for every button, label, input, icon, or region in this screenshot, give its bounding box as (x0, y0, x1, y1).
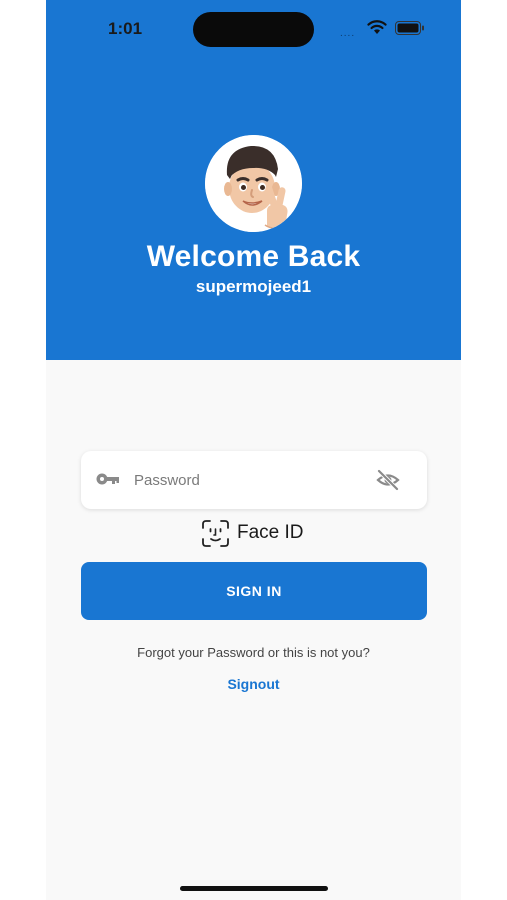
forgot-password-text: Forgot your Password or this is not you? (137, 645, 370, 660)
wifi-icon (367, 20, 387, 34)
key-icon (96, 473, 119, 485)
signal-icon: .... (340, 28, 356, 39)
avatar (205, 135, 302, 232)
password-input[interactable] (134, 465, 364, 495)
face-id-icon (202, 519, 229, 547)
battery-icon (395, 21, 424, 35)
phone-screen: 1:01 .... Welcome Back supermojeed1 Face… (46, 0, 461, 900)
dynamic-island (193, 12, 314, 47)
face-id-label: Face ID (237, 522, 304, 543)
password-field[interactable] (81, 451, 427, 509)
welcome-title: Welcome Back (146, 240, 361, 273)
memoji-avatar-icon (205, 135, 302, 232)
eye-off-icon[interactable] (376, 468, 400, 492)
status-time: 1:01 (108, 19, 143, 38)
signout-link[interactable]: Signout (46, 676, 461, 692)
sign-in-button[interactable]: SIGN IN (81, 562, 427, 620)
home-indicator[interactable] (180, 886, 328, 891)
header-panel: 1:01 .... Welcome Back supermojeed1 (46, 0, 461, 360)
face-id-button[interactable]: Face ID (202, 517, 304, 549)
username-label: supermojeed1 (195, 277, 312, 296)
